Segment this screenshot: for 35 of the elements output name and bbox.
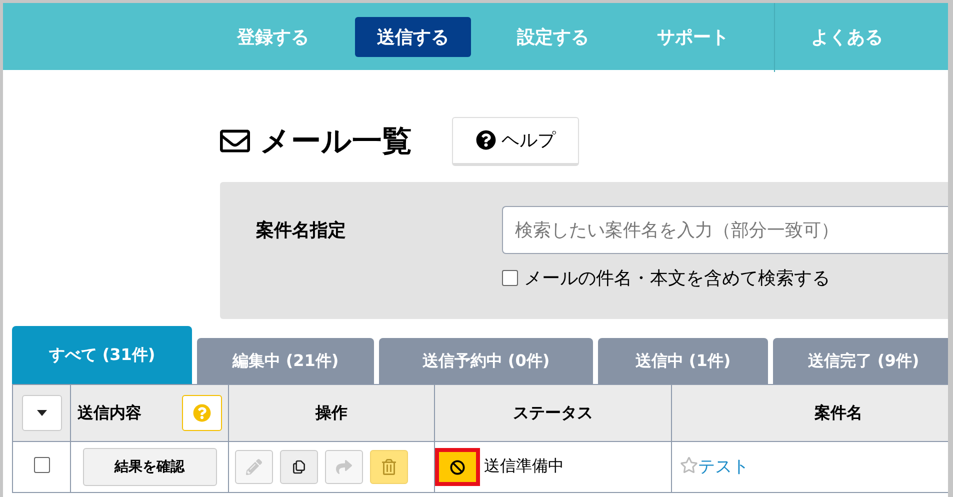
column-header: 案件名 [814,402,862,422]
trash-icon [380,459,397,475]
tab[interactable]: すべて (31件) [12,326,192,384]
nav-link[interactable]: 設定する [495,16,611,56]
result-button[interactable]: 結果を確認 [82,448,217,486]
case-link[interactable]: テスト [698,456,749,477]
cancel-button[interactable] [434,448,480,486]
dropdown-button[interactable] [22,395,62,431]
nav-link[interactable]: 登録する [215,16,331,56]
tab[interactable]: 送信予約中 (0件) [379,338,593,384]
checkbox[interactable] [502,270,518,286]
column-header: 操作 [315,402,348,422]
forward-arrow-icon [336,459,352,475]
caret-icon [36,410,47,416]
field-label: 案件名指定 [256,219,347,243]
column-header: ステータス [512,402,593,422]
checkbox-label: メールの件名・本文を含めて検索する [524,267,830,290]
tab[interactable]: 編集中 (21件) [197,338,374,384]
help-button[interactable]: ヘルプ [452,116,579,166]
nav-link[interactable]: サポート [635,16,751,56]
status-text: 送信準備中 [484,456,564,476]
row-checkbox[interactable] [34,457,50,473]
page-title: メール一覧 [260,122,412,160]
tab[interactable]: 送信中 (1件) [598,338,768,384]
nav-link[interactable]: よくある [774,3,883,72]
copy-button[interactable] [280,450,318,484]
ban-icon [450,460,465,474]
column-header: 送信内容 [77,402,142,424]
nav-link[interactable]: 送信する [355,16,471,56]
pencil-icon [246,459,262,475]
search-field[interactable]: 検索したい案件名を入力（部分一致可） [502,206,948,254]
help-icon [476,130,496,150]
copy-icon [290,459,307,475]
help-icon [192,404,211,422]
tab[interactable]: 送信完了 (9件) [773,338,948,384]
